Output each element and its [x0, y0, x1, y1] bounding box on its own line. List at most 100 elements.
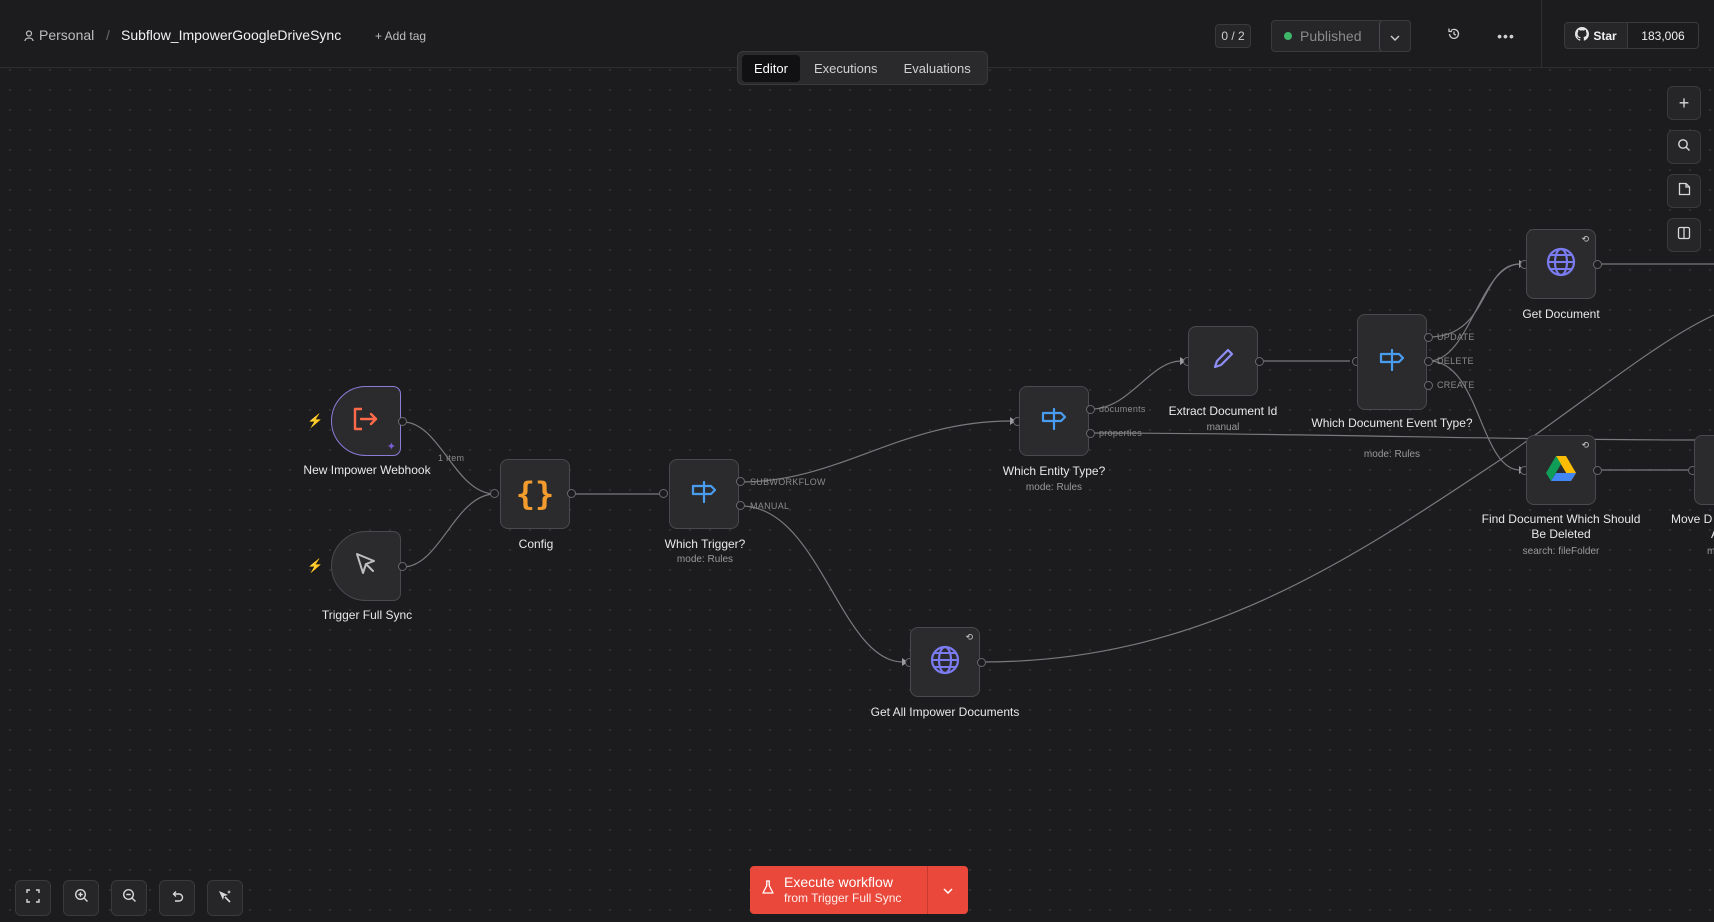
zoom-out-button[interactable] [111, 880, 147, 916]
node-which-document-event-type[interactable] [1357, 314, 1427, 410]
globe-icon [929, 644, 961, 681]
execute-workflow-button-group: Execute workflow from Trigger Full Sync [750, 866, 968, 914]
pencil-icon [1209, 345, 1237, 378]
trigger-bolt-icon: ⚡ [307, 558, 324, 573]
node-move-document[interactable] [1694, 435, 1714, 505]
node-title: Which Trigger? [664, 537, 746, 551]
node-which-entity-type[interactable] [1019, 386, 1089, 456]
node-config[interactable]: {} [500, 459, 570, 529]
sticky-note-button[interactable] [1667, 174, 1701, 208]
tab-editor[interactable]: Editor [742, 54, 800, 82]
node-which-trigger[interactable] [669, 459, 739, 529]
node-find-document-deleted[interactable]: ⟲ [1526, 435, 1596, 505]
wand-icon [217, 888, 233, 909]
output-handle[interactable] [977, 658, 986, 667]
output-label: DELETE [1437, 356, 1474, 366]
signpost-icon [689, 479, 719, 510]
node-title: Extract Document Id [1168, 404, 1278, 418]
undo-button[interactable] [159, 880, 195, 916]
output-handle[interactable] [398, 562, 407, 571]
execute-sublabel: from Trigger Full Sync [784, 891, 902, 905]
google-drive-icon [1545, 454, 1577, 487]
output-handle[interactable] [1593, 260, 1602, 269]
output-label: MANUAL [750, 501, 790, 511]
input-handle[interactable] [490, 489, 499, 498]
output-handle[interactable] [1593, 466, 1602, 475]
node-title: Trigger Full Sync [321, 608, 413, 622]
github-star-button[interactable]: Star [1564, 22, 1628, 49]
node-title: Get All Impower Documents [870, 705, 1020, 719]
tab-executions[interactable]: Executions [802, 55, 890, 82]
node-subtitle: m [1707, 546, 1714, 557]
github-icon [1575, 27, 1590, 44]
status-label: Published [1300, 28, 1362, 44]
sticky-note-icon [1678, 182, 1691, 201]
search-nodes-button[interactable] [1667, 130, 1701, 164]
node-extract-document-id[interactable] [1188, 326, 1258, 396]
refresh-icon: ⟲ [1581, 440, 1589, 450]
fit-view-button[interactable] [15, 880, 51, 916]
edge-item-count: 1 item [438, 453, 465, 463]
node-subtitle: search: fileFolder [1522, 546, 1600, 557]
execute-dropdown-button[interactable] [927, 866, 968, 914]
output-label: CREATE [1437, 380, 1475, 390]
toggle-panel-button[interactable] [1667, 218, 1701, 252]
connections [402, 260, 1714, 666]
history-button[interactable] [1437, 19, 1471, 53]
node-title: New Impower Webhook [303, 463, 431, 477]
node-title: Config [518, 537, 554, 551]
execute-workflow-button[interactable]: Execute workflow from Trigger Full Sync [750, 866, 927, 914]
github-star-label: Star [1593, 28, 1617, 43]
history-icon [1447, 27, 1461, 46]
more-options-button[interactable]: ••• [1489, 19, 1523, 53]
braces-icon: {} [515, 475, 555, 513]
output-handle[interactable] [1424, 381, 1433, 390]
panel-icon [1677, 226, 1691, 245]
output-handle[interactable] [736, 501, 745, 510]
breadcrumb-project[interactable]: Personal [39, 27, 94, 43]
refresh-icon: ⟲ [1581, 234, 1589, 244]
output-handle[interactable] [398, 417, 407, 426]
node-trigger-full-sync[interactable] [331, 531, 401, 601]
pin-icon: ✦ [386, 441, 396, 453]
divider [1541, 0, 1542, 68]
node-get-document[interactable]: ⟲ [1526, 229, 1596, 299]
input-handle[interactable] [659, 489, 668, 498]
tidy-up-button[interactable] [207, 880, 243, 916]
zoom-in-icon [74, 888, 89, 908]
output-handle[interactable] [1086, 429, 1095, 438]
output-handle[interactable] [1086, 405, 1095, 414]
node-title: Get Document [1522, 307, 1600, 321]
node-title: Which Document Event Type? [1311, 416, 1473, 430]
github-star-count[interactable]: 183,006 [1627, 22, 1699, 49]
zoom-out-icon [122, 888, 137, 908]
add-tag-button[interactable]: + Add tag [375, 29, 426, 43]
output-handle[interactable] [1255, 357, 1264, 366]
workflow-name[interactable]: Subflow_ImpowerGoogleDriveSync [121, 27, 341, 43]
search-icon [1677, 138, 1691, 157]
flask-icon [762, 880, 774, 900]
view-tabs: Editor Executions Evaluations [737, 51, 988, 85]
node-subtitle: mode: Rules [1025, 482, 1083, 493]
node-title: Move D [1671, 512, 1713, 526]
output-handle[interactable] [736, 477, 745, 486]
chevron-down-icon [943, 881, 953, 899]
node-title: Find Document Which Should Be Deleted [1481, 512, 1641, 541]
output-label: UPDATE [1437, 332, 1475, 342]
output-handle[interactable] [567, 489, 576, 498]
publish-dropdown-button[interactable] [1379, 20, 1411, 52]
cursor-icon [353, 551, 379, 582]
add-node-button[interactable]: + [1667, 86, 1701, 120]
node-new-impower-webhook[interactable]: ✦ [331, 386, 401, 456]
breadcrumb-separator: / [106, 27, 110, 43]
tab-evaluations[interactable]: Evaluations [892, 55, 983, 82]
output-label: SUBWORKFLOW [750, 477, 826, 487]
output-handle[interactable] [1424, 333, 1433, 342]
execute-label: Execute workflow [784, 874, 893, 890]
output-handle[interactable] [1424, 357, 1433, 366]
signpost-icon [1039, 406, 1069, 437]
person-icon [24, 29, 34, 47]
zoom-in-button[interactable] [63, 880, 99, 916]
node-get-all-impower-documents[interactable]: ⟲ [910, 627, 980, 697]
node-subtitle: mode: Rules [676, 554, 734, 565]
